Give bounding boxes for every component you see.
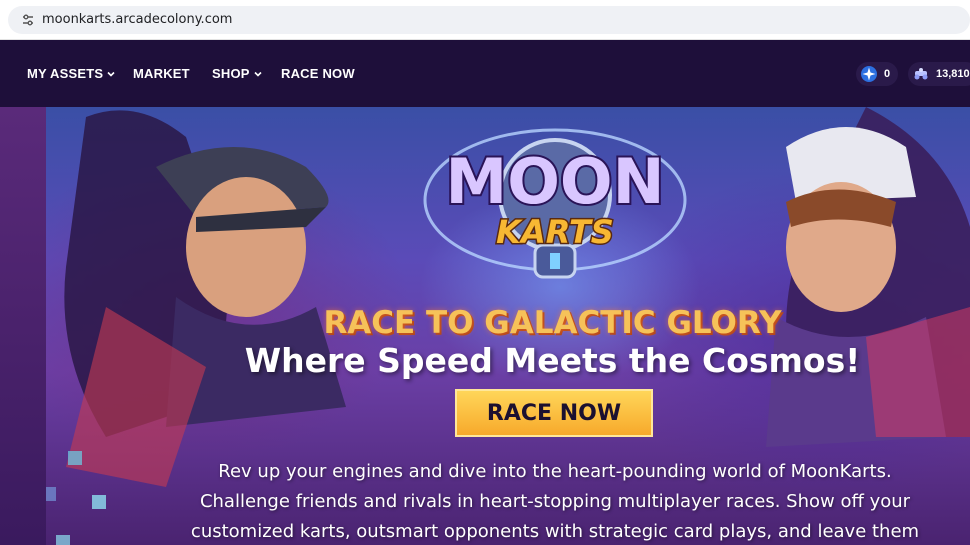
nav-market[interactable]: MARKET [133,66,190,81]
star-coin-icon [861,66,877,82]
hero-description-line: customized karts, outsmart opponents wit… [190,521,920,542]
hero-description-line: Challenge friends and rivals in heart-st… [199,491,911,512]
hero-subtitle: Where Speed Meets the Cosmos! [244,341,861,380]
url-field[interactable]: moonkarts.arcadecolony.com [8,6,970,34]
stars-count: 0 [884,68,891,80]
moonkarts-logo: MOON KARTS [423,128,687,279]
chevron-down-icon [254,71,262,77]
nav-race-now-label: RACE NOW [281,66,355,81]
hero-tagline: RACE TO GALACTIC GLORY [323,305,782,341]
stars-balance[interactable]: 0 [856,62,898,86]
hero-section: MOON KARTS RACE TO GALACTIC GLORY Where … [0,107,970,545]
hero-description-line: Rev up your engines and dive into the he… [218,461,892,482]
nav-race-now[interactable]: RACE NOW [281,66,355,81]
browser-address-bar: moonkarts.arcadecolony.com [0,0,970,40]
kart-balance[interactable]: 13,810 [908,62,970,86]
nav-my-assets-label: MY ASSETS [27,66,104,81]
kart-icon [914,68,928,80]
nav-my-assets[interactable]: MY ASSETS [27,66,116,81]
site-navbar: MY ASSETS MARKET SHOP RACE NOW 0 13,810 [0,40,970,107]
kart-count: 13,810 [936,68,970,80]
svg-text:MOON: MOON [446,145,665,218]
site-info-icon[interactable] [20,12,36,28]
nav-market-label: MARKET [133,66,190,81]
nav-shop-label: SHOP [212,66,250,81]
svg-text:KARTS: KARTS [496,213,614,251]
hero-description: Rev up your engines and dive into the he… [160,457,950,545]
url-text: moonkarts.arcadecolony.com [42,12,233,27]
chevron-down-icon [107,71,115,77]
nav-shop[interactable]: SHOP [212,66,263,81]
race-now-button[interactable]: RACE NOW [455,389,653,437]
